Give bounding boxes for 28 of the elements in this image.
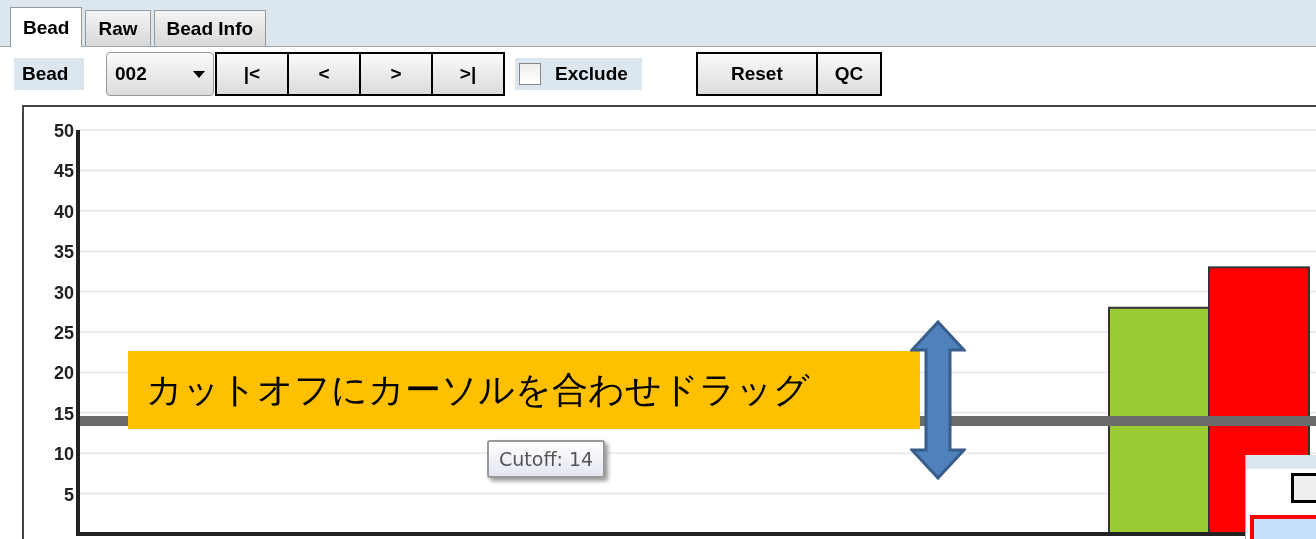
action-button[interactable]: QC xyxy=(815,52,882,96)
axis-label: 20 xyxy=(53,363,74,384)
nav-button[interactable]: |< xyxy=(215,52,289,96)
double-arrow-icon xyxy=(910,320,966,480)
axis-label: 15 xyxy=(53,403,74,424)
title-bar xyxy=(1246,455,1316,469)
checkbox[interactable] xyxy=(519,63,541,85)
axis-label: 45 xyxy=(53,161,74,182)
nav-button[interactable]: < xyxy=(287,52,361,96)
nav-button[interactable]: > xyxy=(359,52,433,96)
tab[interactable]: Bead Info xyxy=(153,10,267,46)
caret-icon xyxy=(193,70,205,78)
axis-label: 40 xyxy=(53,201,74,222)
tab[interactable]: Raw xyxy=(85,10,151,46)
axis-label: 50 xyxy=(53,121,74,141)
axis-label: 35 xyxy=(53,242,74,263)
bead-dropdown[interactable]: 002 xyxy=(106,52,214,96)
axis-label: 10 xyxy=(53,444,74,465)
exclude-checkbox[interactable]: Exclude xyxy=(515,58,642,90)
instruction-tooltip: カットオフにカーソルを合わせドラッグ xyxy=(128,351,920,429)
bead-label: Bead xyxy=(14,58,84,90)
axis-label: 5 xyxy=(64,484,74,505)
axis-label: 30 xyxy=(53,282,74,303)
tab[interactable]: Bead xyxy=(10,7,83,47)
axis-label: 25 xyxy=(53,323,74,343)
cutoff-tooltip: Cutoff: 14 xyxy=(487,440,606,478)
action-button[interactable]: Reset xyxy=(695,52,818,96)
nav-button[interactable]: >| xyxy=(431,52,505,96)
